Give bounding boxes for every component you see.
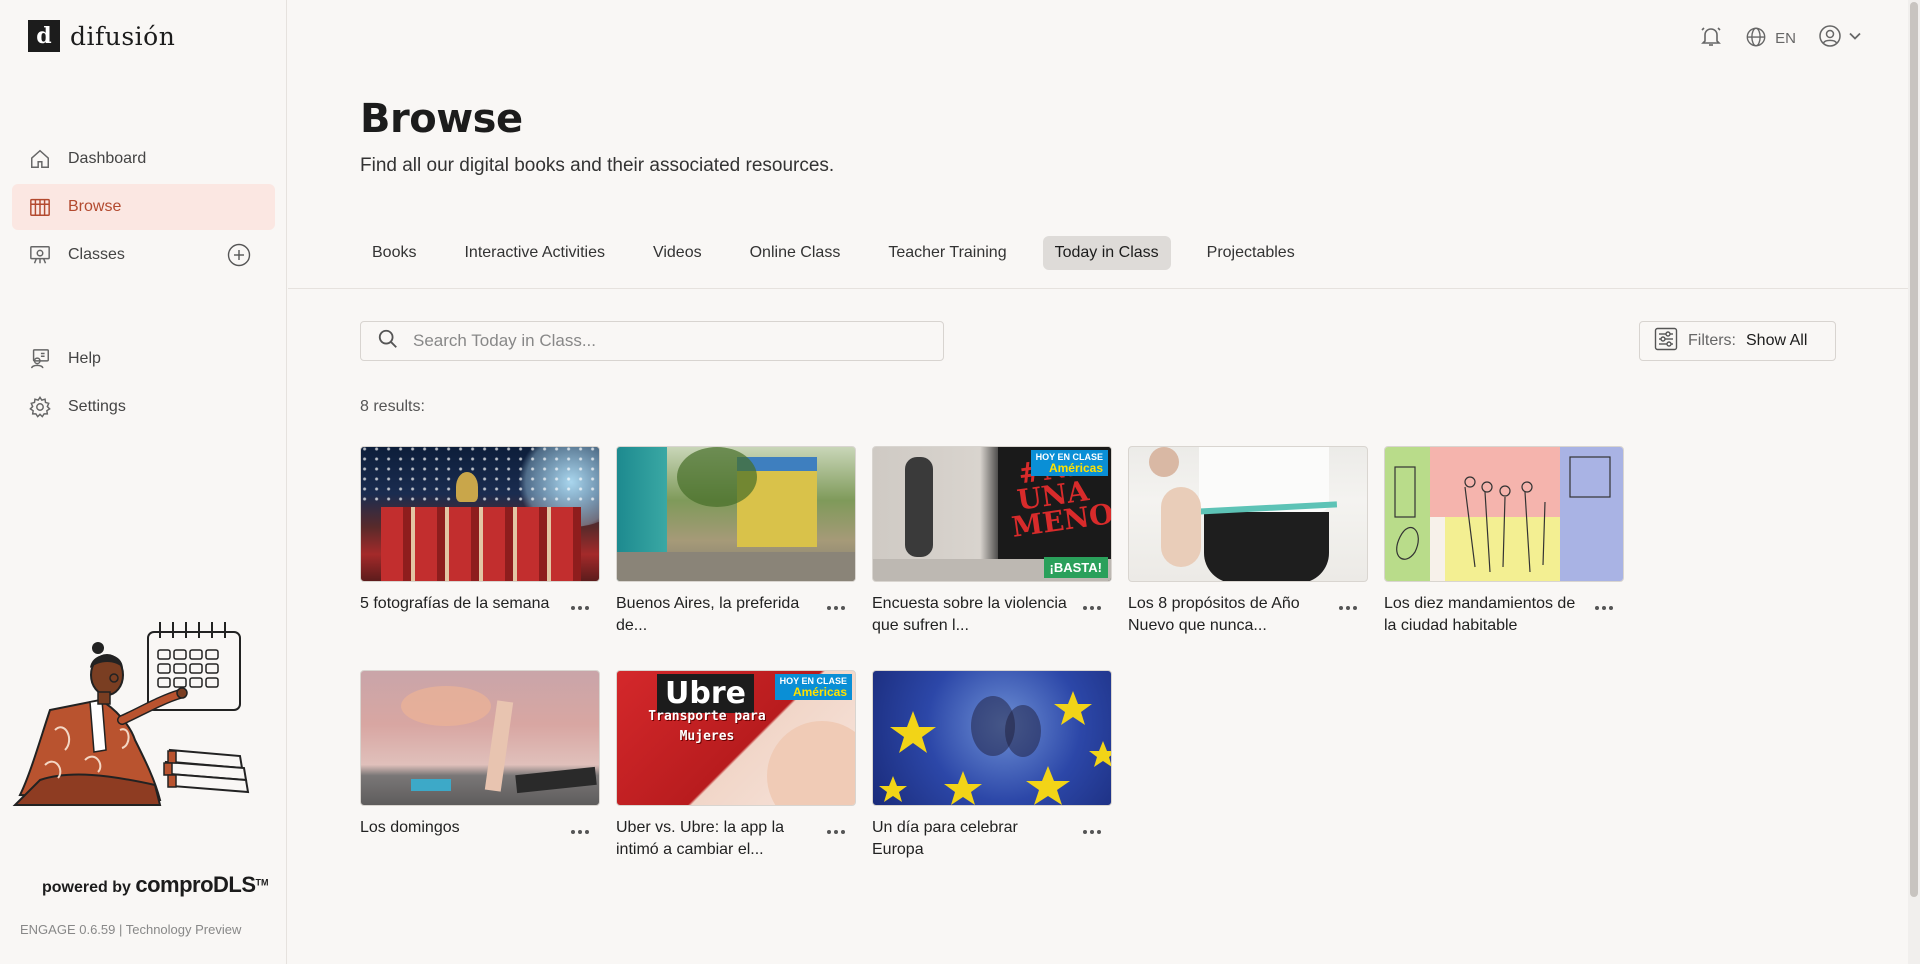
ubre-subtitle: Transporte para Mujeres (648, 709, 766, 744)
result-card[interactable]: Los diez mandamientos de la ciudad habit… (1384, 446, 1624, 634)
card-thumbnail[interactable] (1384, 446, 1624, 582)
sidebar-item-label: Help (68, 350, 101, 367)
teacher-illustration (10, 600, 260, 820)
more-options-icon[interactable] (568, 601, 592, 615)
sidebar-item-classes[interactable]: Classes (12, 232, 275, 278)
help-icon (28, 347, 52, 371)
tab-projectables[interactable]: Projectables (1195, 236, 1307, 270)
user-avatar-icon (1818, 24, 1842, 53)
hoy-en-clase-badge: HOY EN CLASE Américas (774, 674, 852, 700)
trademark-mark: TM (255, 877, 269, 888)
profile-menu[interactable] (1818, 24, 1862, 53)
search-box (360, 321, 944, 361)
card-title[interactable]: Encuesta sobre la violencia que sufren l… (872, 593, 1072, 637)
sidebar-item-label: Browse (68, 198, 122, 215)
more-options-icon[interactable] (1336, 601, 1360, 615)
result-card[interactable]: Un día para celebrar Europa (872, 670, 1112, 858)
card-thumbnail[interactable]: Ubre Transporte para Mujeres HOY EN CLAS… (616, 670, 856, 806)
basta-badge: ¡BASTA! (1043, 557, 1108, 578)
card-thumbnail[interactable] (360, 446, 600, 582)
sidebar-item-label: Dashboard (68, 150, 147, 167)
page-title: Browse (360, 96, 523, 142)
filters-value: Show All (1746, 332, 1808, 349)
sidebar-item-label: Settings (68, 398, 126, 415)
logo-text: difusión (70, 21, 176, 51)
more-options-icon[interactable] (1080, 601, 1104, 615)
hoy-en-clase-badge: HOY EN CLASE Américas (1030, 450, 1108, 476)
result-card[interactable]: 5 fotografías de la semana (360, 446, 600, 612)
result-card[interactable]: #NI UNA MENOS HOY EN CLASEAméricas ¡BAST… (872, 446, 1112, 634)
globe-icon (1745, 26, 1767, 52)
card-title[interactable]: 5 fotografías de la semana (360, 593, 560, 615)
results-count: 8 results: (360, 398, 425, 415)
card-thumbnail[interactable]: #NI UNA MENOS HOY EN CLASEAméricas ¡BAST… (872, 446, 1112, 582)
powered-by: powered by comproDLSTM (42, 872, 269, 898)
card-thumbnail[interactable] (616, 446, 856, 582)
filter-sliders-icon (1654, 327, 1678, 356)
search-icon (377, 328, 399, 355)
tab-teacher-training[interactable]: Teacher Training (876, 236, 1018, 270)
version-label: ENGAGE 0.6.59 | Technology Preview (20, 922, 242, 937)
card-title[interactable]: Buenos Aires, la preferida de... (616, 593, 816, 637)
gear-icon (28, 395, 52, 419)
result-card[interactable]: Ubre Transporte para Mujeres HOY EN CLAS… (616, 670, 856, 858)
tab-today-in-class[interactable]: Today in Class (1042, 236, 1171, 270)
more-options-icon[interactable] (568, 825, 592, 839)
sidebar-item-dashboard[interactable]: Dashboard (12, 136, 275, 182)
tab-interactive-activities[interactable]: Interactive Activities (452, 236, 617, 270)
card-title[interactable]: Los diez mandamientos de la ciudad habit… (1384, 593, 1584, 637)
scrollbar-track[interactable] (1908, 0, 1920, 964)
card-title[interactable]: Los domingos (360, 817, 560, 839)
browse-icon (28, 195, 52, 219)
result-card[interactable]: Los 8 propósitos de Año Nuevo que nunca.… (1128, 446, 1368, 634)
filters-label: Filters: (1688, 332, 1736, 349)
card-thumbnail[interactable] (872, 670, 1112, 806)
sidebar-item-settings[interactable]: Settings (12, 384, 275, 430)
logo-mark: d (28, 20, 60, 52)
sidebar: d difusión Dashboard Browse Classes Help (0, 0, 287, 964)
brand-logo[interactable]: d difusión (28, 20, 175, 52)
more-options-icon[interactable] (1080, 825, 1104, 839)
scrollbar-thumb[interactable] (1910, 2, 1918, 897)
language-selector[interactable]: EN (1745, 26, 1796, 52)
tabs-divider (288, 288, 1908, 289)
result-card[interactable]: Buenos Aires, la preferida de... (616, 446, 856, 634)
category-tabs: Books Interactive Activities Videos Onli… (360, 236, 1307, 270)
card-title[interactable]: Los 8 propósitos de Año Nuevo que nunca.… (1128, 593, 1328, 637)
compro-logo: comproDLS (135, 872, 256, 897)
notification-bell-icon[interactable] (1699, 24, 1723, 53)
search-input[interactable] (411, 330, 915, 352)
chevron-down-icon (1848, 29, 1862, 48)
powered-by-label: powered by (42, 879, 131, 896)
add-class-icon[interactable] (227, 243, 251, 272)
result-card[interactable]: Los domingos (360, 670, 600, 836)
card-title[interactable]: Uber vs. Ubre: la app la intimó a cambia… (616, 817, 816, 861)
card-title[interactable]: Un día para celebrar Europa (872, 817, 1072, 861)
sidebar-item-help[interactable]: Help (12, 336, 275, 382)
tab-online-class[interactable]: Online Class (738, 236, 853, 270)
card-thumbnail[interactable] (360, 670, 600, 806)
filters-button[interactable]: Filters: Show All (1639, 321, 1836, 361)
home-icon (28, 147, 52, 171)
sidebar-item-browse[interactable]: Browse (12, 184, 275, 230)
card-thumbnail[interactable] (1128, 446, 1368, 582)
classes-icon (28, 243, 52, 267)
tab-books[interactable]: Books (360, 236, 428, 270)
topbar: EN (1699, 24, 1862, 53)
more-options-icon[interactable] (824, 601, 848, 615)
sidebar-item-label: Classes (68, 246, 125, 263)
tab-videos[interactable]: Videos (641, 236, 714, 270)
more-options-icon[interactable] (1592, 601, 1616, 615)
page-subtitle: Find all our digital books and their ass… (360, 155, 835, 176)
language-code: EN (1775, 30, 1796, 47)
more-options-icon[interactable] (824, 825, 848, 839)
